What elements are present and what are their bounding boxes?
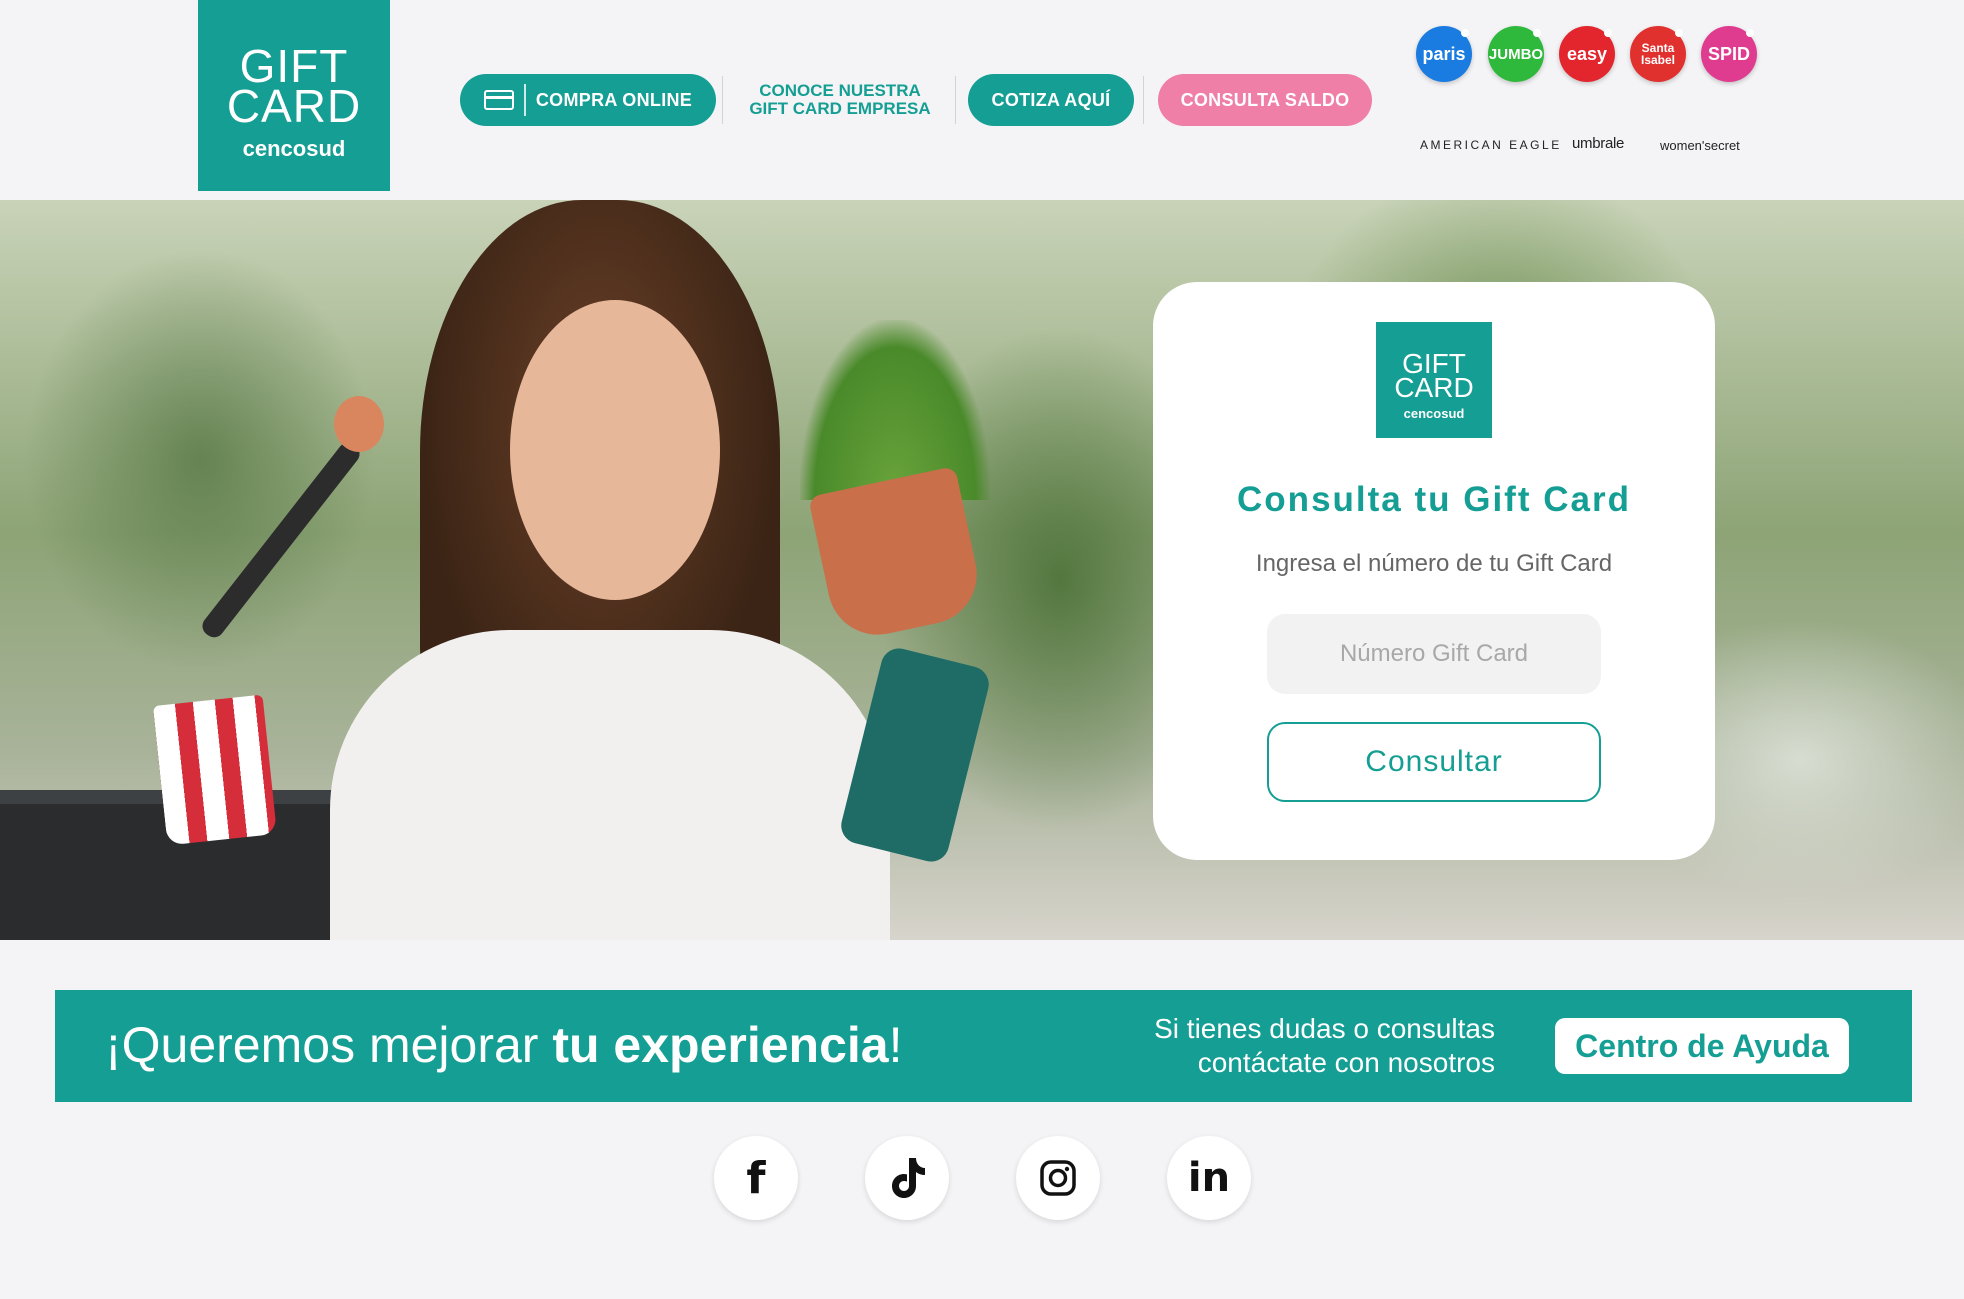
card-logo-line-card: CARD — [1394, 372, 1474, 403]
compra-online-label: COMPRA ONLINE — [535, 89, 693, 110]
santa-isabel-label: Santa Isabel — [1641, 42, 1675, 66]
tiktok-glyph — [892, 1158, 925, 1198]
logo-line-card: CARD — [226, 80, 362, 132]
help-line1: Si tienes dudas o consultas — [1154, 1013, 1495, 1044]
tiktok-icon[interactable] — [865, 1136, 949, 1220]
hero-photo-cup — [152, 694, 278, 846]
cotiza-label: COTIZA AQUÍ — [991, 89, 1111, 110]
card-title: Consulta tu Gift Card — [1237, 480, 1631, 519]
nav-divider — [955, 76, 956, 124]
headline-start: ¡Queremos mejorar — [105, 1017, 553, 1073]
help-line2: contáctate con nosotros — [1197, 1047, 1495, 1078]
headline-end: ! — [888, 1017, 903, 1073]
isabel-label: Isabel — [1640, 53, 1676, 67]
site-header: GIFT CARD cencosud COMPRA ONLINE CONOCE … — [0, 0, 1964, 200]
jumbo-label: JUMBO — [1488, 45, 1544, 63]
conoce-empresa-link[interactable]: CONOCE NUESTRA GIFT CARD EMPRESA — [730, 82, 950, 118]
centro-de-ayuda-button[interactable]: Centro de Ayuda — [1555, 1018, 1849, 1074]
womensecret-logo[interactable]: women'secret — [1660, 138, 1740, 153]
linkedin-glyph: in — [1187, 1155, 1231, 1201]
card-giftcard-logo: GIFT CARD cencosud — [1376, 322, 1492, 438]
consulta-saldo-button[interactable]: CONSULTA SALDO — [1158, 74, 1372, 126]
compra-online-button[interactable]: COMPRA ONLINE — [460, 74, 716, 126]
umbrale-logo[interactable]: umbrale — [1572, 135, 1624, 152]
nav-divider — [722, 76, 723, 124]
jumbo-logo[interactable]: JUMBO — [1488, 26, 1544, 82]
hero-photo-person-face — [510, 300, 720, 600]
consulta-card: GIFT CARD cencosud Consulta tu Gift Card… — [1153, 282, 1715, 860]
conoce-line1: CONOCE NUESTRA — [759, 81, 921, 100]
instagram-icon[interactable] — [1016, 1136, 1100, 1220]
hero-section: GIFT CARD cencosud Consulta tu Gift Card… — [0, 200, 1964, 940]
paris-label: paris — [1422, 43, 1466, 64]
card-logo-line-cencosud: cencosud — [1403, 406, 1465, 421]
banner-headline: ¡Queremos mejorar tu experiencia! — [105, 1010, 903, 1080]
easy-label: easy — [1566, 43, 1608, 64]
spid-label: SPID — [1707, 43, 1750, 64]
hero-photo-brush — [198, 438, 364, 642]
hero-photo-brush-tip — [334, 396, 384, 452]
banner-help-text: Si tienes dudas o consultas contáctate c… — [1055, 1012, 1495, 1080]
facebook-icon[interactable]: f — [714, 1136, 798, 1220]
santa-isabel-logo[interactable]: Santa Isabel — [1630, 26, 1686, 82]
hero-photo-plant — [800, 320, 990, 500]
instagram-glyph — [1040, 1160, 1076, 1196]
spid-logo[interactable]: SPID — [1701, 26, 1757, 82]
help-banner: ¡Queremos mejorar tu experiencia! Si tie… — [55, 990, 1912, 1102]
card-subtitle: Ingresa el número de tu Gift Card — [1255, 550, 1613, 577]
hero-photo-person-shirt — [330, 630, 890, 940]
consulta-saldo-label: CONSULTA SALDO — [1180, 89, 1350, 110]
american-eagle-logo[interactable]: AMERICAN EAGLE — [1420, 138, 1562, 152]
paris-logo[interactable]: paris — [1416, 26, 1472, 82]
linkedin-icon[interactable]: in — [1167, 1136, 1251, 1220]
gift-card-number-input[interactable] — [1267, 614, 1601, 694]
facebook-glyph: f — [746, 1152, 766, 1204]
conoce-line2: GIFT CARD EMPRESA — [749, 99, 931, 118]
hero-photo-phone — [837, 644, 993, 866]
headline-bold: tu experiencia — [552, 1017, 889, 1073]
hero-photo-pot — [808, 466, 986, 644]
nav-divider — [1143, 76, 1144, 124]
button-separator — [523, 84, 526, 116]
giftcard-logo[interactable]: GIFT CARD cencosud — [198, 0, 390, 191]
consultar-button[interactable]: Consultar — [1267, 722, 1601, 802]
logo-line-cencosud: cencosud — [242, 136, 346, 161]
credit-card-icon — [483, 90, 514, 110]
cotiza-aqui-button[interactable]: COTIZA AQUÍ — [968, 74, 1134, 126]
easy-logo[interactable]: easy — [1559, 26, 1615, 82]
